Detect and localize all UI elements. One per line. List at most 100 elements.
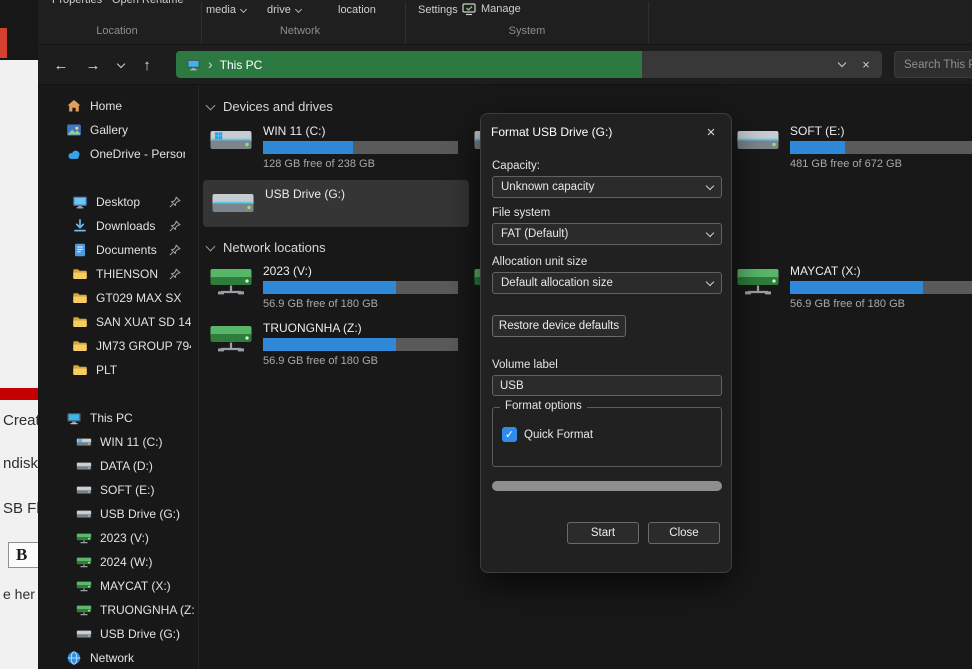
sidebar-item-onedrive[interactable]: OneDrive - Personal xyxy=(48,142,198,166)
network-drive-icon xyxy=(209,263,253,297)
chevron-down-icon xyxy=(705,228,715,237)
restore-defaults-button[interactable]: Restore device defaults xyxy=(492,315,626,337)
folder-icon xyxy=(72,362,88,378)
chevron-down-icon xyxy=(205,241,216,251)
background-red-element xyxy=(0,28,7,58)
sidebar-item-plt[interactable]: PLT xyxy=(48,358,198,382)
sidebar-item-2023v[interactable]: 2023 (V:) xyxy=(48,526,198,550)
start-button[interactable]: Start xyxy=(567,522,639,544)
hard-drive-icon xyxy=(76,482,92,498)
recent-locations-button[interactable] xyxy=(112,45,130,85)
windows-drive-icon xyxy=(76,434,92,450)
background-text: Creat xyxy=(3,412,38,429)
capacity-label: Capacity: xyxy=(492,160,540,172)
hard-drive-icon xyxy=(76,458,92,474)
sidebar-item-documents[interactable]: Documents xyxy=(48,238,198,262)
forward-button[interactable]: → xyxy=(80,45,106,85)
drive-tile-body: TRUONGNHA (Z:) 56.9 GB free of 180 GB xyxy=(263,320,458,367)
ribbon-manage-button[interactable]: Manage xyxy=(462,2,521,16)
ribbon-open-button[interactable]: Open xyxy=(112,0,139,6)
back-button[interactable]: ← xyxy=(48,45,74,85)
ribbon-open-settings-button[interactable]: Settings xyxy=(418,4,458,16)
quick-format-checkbox[interactable]: ✓ xyxy=(502,427,517,442)
network-globe-icon xyxy=(66,650,82,666)
address-toolbar: ← → ↑ › This PC × xyxy=(38,45,972,85)
ribbon-label: Properties xyxy=(52,0,103,6)
drive-tile-usb-selected[interactable]: USB Drive (G:) xyxy=(203,180,469,227)
sidebar-item-2024w[interactable]: 2024 (W:) xyxy=(48,550,198,574)
ribbon-add-network-location-button[interactable]: location xyxy=(338,4,376,16)
sidebar-item-jm73[interactable]: JM73 GROUP 794 xyxy=(48,334,198,358)
ribbon-label: Open xyxy=(112,0,139,6)
address-stop-button[interactable]: × xyxy=(854,51,878,78)
section-devices-and-drives[interactable]: Devices and drives xyxy=(205,99,333,114)
sidebar-item-win11c[interactable]: WIN 11 (C:) xyxy=(48,430,198,454)
capacity-bar-fill xyxy=(263,141,353,154)
background-page: Creat ndisk SB Fla B e her xyxy=(0,60,38,669)
sidebar-item-truongnhaz[interactable]: TRUONGNHA (Z:) xyxy=(48,598,198,622)
format-options-group: Format options ✓ Quick Format xyxy=(492,400,722,467)
allocation-select[interactable]: Default allocation size xyxy=(492,272,722,294)
sidebar-item-home[interactable]: Home xyxy=(48,94,198,118)
sidebar-item-network[interactable]: Network xyxy=(48,646,198,669)
background-red-bar xyxy=(0,388,38,400)
sidebar-item-maycatx[interactable]: MAYCAT (X:) xyxy=(48,574,198,598)
ribbon-rename-button[interactable]: Rename xyxy=(142,0,184,6)
up-button[interactable]: ↑ xyxy=(134,45,160,85)
sidebar-item-softe[interactable]: SOFT (E:) xyxy=(48,478,198,502)
home-icon xyxy=(66,98,82,114)
windows-drive-icon xyxy=(209,123,253,157)
usb-drive-icon xyxy=(76,626,92,642)
network-tile-2023[interactable]: 2023 (V:) 56.9 GB free of 180 GB xyxy=(209,263,458,310)
sidebar-item-gt029[interactable]: GT029 MAX SX xyxy=(48,286,198,310)
capacity-bar xyxy=(263,338,458,351)
sidebar-item-usbg[interactable]: USB Drive (G:) xyxy=(48,502,198,526)
allocation-label: Allocation unit size xyxy=(492,256,588,268)
drive-tile-soft[interactable]: SOFT (E:) 481 GB free of 672 GB xyxy=(736,123,972,170)
ribbon-label: media xyxy=(206,4,236,16)
ribbon-properties-button[interactable]: Properties xyxy=(52,0,102,6)
dialog-close-button[interactable]: × xyxy=(700,121,722,143)
ribbon-group-network: Network xyxy=(279,25,321,37)
network-tile-truongnha[interactable]: TRUONGNHA (Z:) 56.9 GB free of 180 GB xyxy=(209,320,458,367)
chevron-down-icon xyxy=(205,100,216,110)
network-drive-icon xyxy=(736,263,780,297)
drive-tile-body: SOFT (E:) 481 GB free of 672 GB xyxy=(790,123,972,170)
sidebar-item-downloads[interactable]: Downloads xyxy=(48,214,198,238)
sidebar-item-datad[interactable]: DATA (D:) xyxy=(48,454,198,478)
sidebar-item-sanxuat[interactable]: SAN XUAT SD 143 xyxy=(48,310,198,334)
capacity-select[interactable]: Unknown capacity xyxy=(492,176,722,198)
this-pc-icon xyxy=(186,57,201,72)
breadcrumb-this-pc[interactable]: This PC xyxy=(220,58,263,72)
section-network-locations[interactable]: Network locations xyxy=(205,240,326,255)
dialog-title: Format USB Drive (G:) xyxy=(491,125,613,139)
sidebar-item-thispc[interactable]: This PC xyxy=(48,406,198,430)
close-button[interactable]: Close xyxy=(648,522,720,544)
sidebar-item-desktop[interactable]: Desktop xyxy=(48,190,198,214)
drive-tile-body: USB Drive (G:) xyxy=(265,186,345,221)
sidebar-item-gallery[interactable]: Gallery xyxy=(48,118,198,142)
drive-detail: 481 GB free of 672 GB xyxy=(790,158,902,170)
drive-name: SOFT (E:) xyxy=(790,124,845,138)
drive-tile-body: MAYCAT (X:) 56.9 GB free of 180 GB xyxy=(790,263,972,310)
network-tile-maycat[interactable]: MAYCAT (X:) 56.9 GB free of 180 GB xyxy=(736,263,972,310)
volume-label-input[interactable] xyxy=(492,375,722,396)
address-history-dropdown-button[interactable] xyxy=(830,51,854,78)
ribbon-map-network-drive-button[interactable]: drive xyxy=(267,4,302,16)
ribbon-group-system: System xyxy=(508,25,546,37)
allocation-value: Default allocation size xyxy=(501,277,613,289)
sidebar-item-thienson[interactable]: THIENSON xyxy=(48,262,198,286)
ribbon-separator xyxy=(201,2,202,43)
filesystem-select[interactable]: FAT (Default) xyxy=(492,223,722,245)
address-bar[interactable]: › This PC × xyxy=(176,51,882,78)
capacity-bar xyxy=(790,141,972,154)
onedrive-cloud-icon xyxy=(66,146,82,162)
sidebar-item-usbg2[interactable]: USB Drive (G:) xyxy=(48,622,198,646)
ribbon-access-media-button[interactable]: media xyxy=(206,4,248,16)
search-input[interactable] xyxy=(895,52,972,77)
capacity-value: Unknown capacity xyxy=(501,181,595,193)
drive-detail: 56.9 GB free of 180 GB xyxy=(263,298,378,310)
drive-tile-win11[interactable]: WIN 11 (C:) 128 GB free of 238 GB xyxy=(209,123,458,170)
pin-icon xyxy=(169,220,181,232)
capacity-bar-fill xyxy=(263,281,396,294)
